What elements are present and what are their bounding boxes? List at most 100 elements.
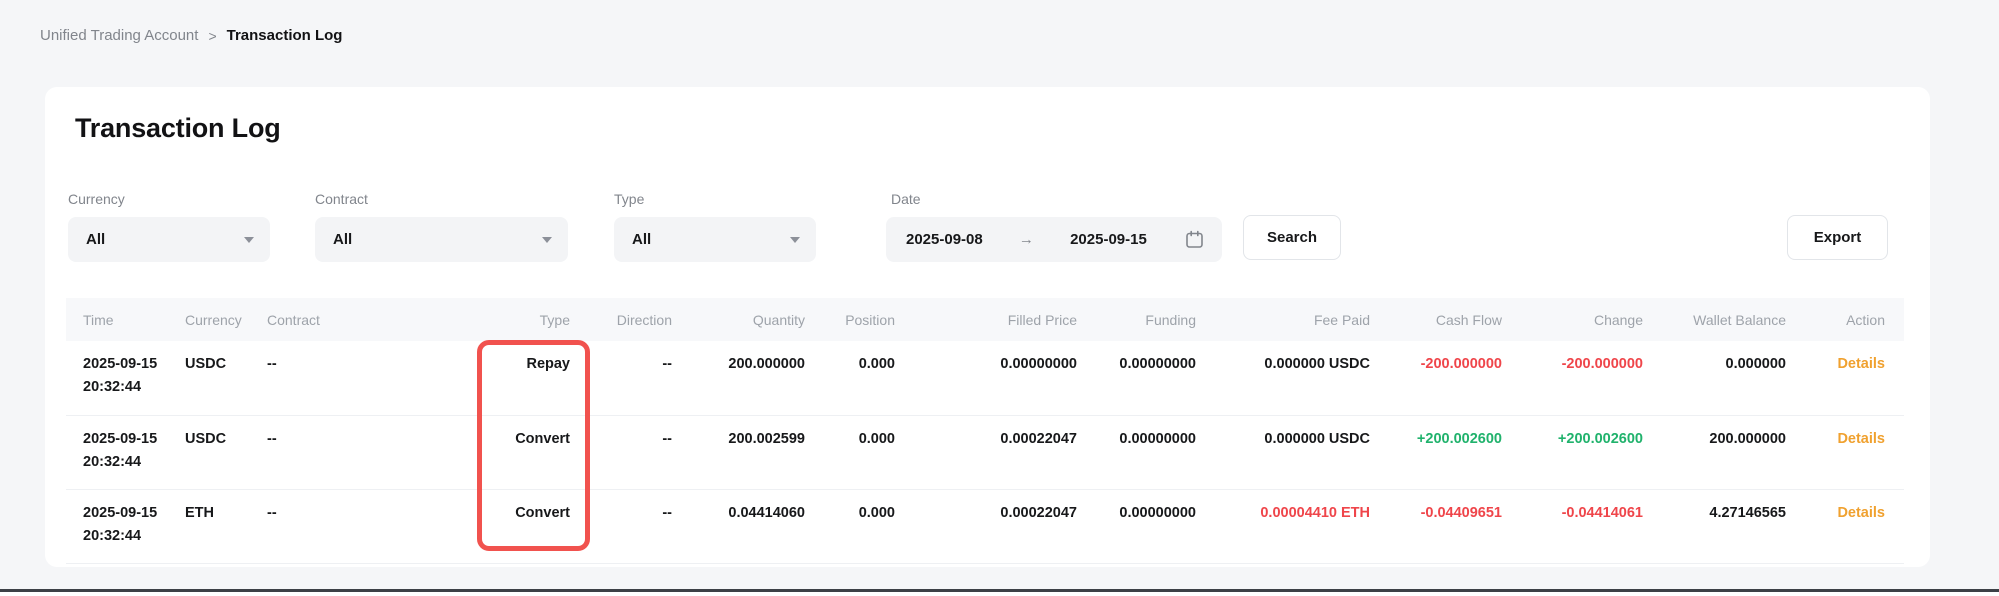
transaction-table-wrap: Time Currency Contract Type Direction Qu… (66, 298, 1904, 564)
col-header-wallet-balance: Wallet Balance (1643, 298, 1786, 341)
cell-time-clock: 20:32:44 (83, 379, 180, 395)
currency-select-value: All (86, 231, 105, 248)
cell-change: -200.000000 (1502, 341, 1643, 415)
table-row: 2025-09-15 20:32:44 USDC -- Convert -- 2… (66, 415, 1904, 489)
cell-fee-paid: 0.00004410 ETH (1196, 489, 1370, 563)
screenshot-bottom-margin (0, 592, 1999, 596)
search-button[interactable]: Search (1243, 215, 1341, 260)
table-header-row: Time Currency Contract Type Direction Qu… (66, 298, 1904, 341)
cell-quantity: 200.002599 (672, 415, 805, 489)
cell-fee-paid: 0.000000 USDC (1196, 415, 1370, 489)
col-header-type: Type (420, 298, 570, 341)
cell-type: Convert (420, 489, 570, 563)
contract-filter: Contract All (315, 191, 568, 262)
cell-wallet-balance: 0.000000 (1643, 341, 1786, 415)
export-button[interactable]: Export (1787, 215, 1888, 260)
breadcrumb: Unified Trading Account > Transaction Lo… (40, 27, 342, 44)
type-select[interactable]: All (614, 217, 816, 262)
date-range-picker[interactable]: 2025-09-08 → 2025-09-15 (886, 217, 1222, 262)
cell-quantity: 0.04414060 (672, 489, 805, 563)
calendar-icon (1185, 230, 1204, 249)
breadcrumb-current: Transaction Log (227, 27, 343, 44)
cell-time-clock: 20:32:44 (83, 454, 180, 470)
chevron-down-icon (542, 237, 552, 243)
cell-time-date: 2025-09-15 (83, 505, 180, 521)
contract-filter-label: Contract (315, 191, 568, 207)
cell-cash-flow: -0.04409651 (1370, 489, 1502, 563)
type-filter: Type All (614, 191, 816, 262)
type-filter-label: Type (614, 191, 816, 207)
cell-contract: -- (264, 489, 420, 563)
details-link[interactable]: Details (1837, 431, 1885, 447)
col-header-funding: Funding (1077, 298, 1196, 341)
cell-type: Convert (420, 415, 570, 489)
col-header-currency: Currency (180, 298, 264, 341)
cell-filled-price: 0.00000000 (895, 341, 1077, 415)
breadcrumb-parent[interactable]: Unified Trading Account (40, 27, 198, 44)
cell-time-date: 2025-09-15 (83, 356, 180, 372)
transaction-log-page: Unified Trading Account > Transaction Lo… (0, 0, 1999, 596)
cell-wallet-balance: 200.000000 (1643, 415, 1786, 489)
cell-position: 0.000 (805, 489, 895, 563)
chevron-down-icon (790, 237, 800, 243)
col-header-direction: Direction (570, 298, 672, 341)
cell-change: -0.04414061 (1502, 489, 1643, 563)
transaction-log-card: Transaction Log Currency All Contract Al… (45, 87, 1930, 567)
chevron-down-icon (244, 237, 254, 243)
col-header-filled-price: Filled Price (895, 298, 1077, 341)
currency-filter-label: Currency (68, 191, 270, 207)
cell-direction: -- (570, 341, 672, 415)
cell-filled-price: 0.00022047 (895, 415, 1077, 489)
col-header-contract: Contract (264, 298, 420, 341)
details-link[interactable]: Details (1837, 356, 1885, 372)
col-header-cash-flow: Cash Flow (1370, 298, 1502, 341)
cell-change: +200.002600 (1502, 415, 1643, 489)
cell-currency: ETH (180, 489, 264, 563)
currency-select[interactable]: All (68, 217, 270, 262)
cell-funding: 0.00000000 (1077, 489, 1196, 563)
col-header-change: Change (1502, 298, 1643, 341)
currency-filter: Currency All (68, 191, 270, 262)
cell-time: 2025-09-15 20:32:44 (66, 489, 180, 563)
col-header-fee-paid: Fee Paid (1196, 298, 1370, 341)
cell-fee-paid: 0.000000 USDC (1196, 341, 1370, 415)
cell-time: 2025-09-15 20:32:44 (66, 341, 180, 415)
cell-cash-flow: -200.000000 (1370, 341, 1502, 415)
col-header-action: Action (1786, 298, 1904, 341)
cell-time-date: 2025-09-15 (83, 431, 180, 447)
cell-direction: -- (570, 415, 672, 489)
type-select-value: All (632, 231, 651, 248)
date-start-value: 2025-09-08 (906, 231, 983, 248)
cell-contract: -- (264, 341, 420, 415)
cell-time: 2025-09-15 20:32:44 (66, 415, 180, 489)
table-row: 2025-09-15 20:32:44 USDC -- Repay -- 200… (66, 341, 1904, 415)
cell-currency: USDC (180, 341, 264, 415)
date-end-value: 2025-09-15 (1070, 231, 1147, 248)
contract-select[interactable]: All (315, 217, 568, 262)
cell-type: Repay (420, 341, 570, 415)
col-header-time: Time (66, 298, 180, 341)
cell-position: 0.000 (805, 341, 895, 415)
cell-position: 0.000 (805, 415, 895, 489)
transaction-table: Time Currency Contract Type Direction Qu… (66, 298, 1904, 564)
table-row: 2025-09-15 20:32:44 ETH -- Convert -- 0.… (66, 489, 1904, 563)
cell-wallet-balance: 4.27146565 (1643, 489, 1786, 563)
col-header-position: Position (805, 298, 895, 341)
contract-select-value: All (333, 231, 352, 248)
cell-funding: 0.00000000 (1077, 341, 1196, 415)
date-filter: Date 2025-09-08 → 2025-09-15 (886, 191, 1222, 262)
cell-cash-flow: +200.002600 (1370, 415, 1502, 489)
cell-direction: -- (570, 489, 672, 563)
cell-contract: -- (264, 415, 420, 489)
date-filter-label: Date (891, 191, 1222, 207)
breadcrumb-separator-icon: > (208, 28, 216, 44)
cell-time-clock: 20:32:44 (83, 528, 180, 544)
col-header-quantity: Quantity (672, 298, 805, 341)
page-title: Transaction Log (75, 113, 281, 144)
details-link[interactable]: Details (1837, 505, 1885, 521)
cell-filled-price: 0.00022047 (895, 489, 1077, 563)
arrow-right-icon: → (1013, 231, 1040, 248)
cell-quantity: 200.000000 (672, 341, 805, 415)
cell-currency: USDC (180, 415, 264, 489)
cell-funding: 0.00000000 (1077, 415, 1196, 489)
